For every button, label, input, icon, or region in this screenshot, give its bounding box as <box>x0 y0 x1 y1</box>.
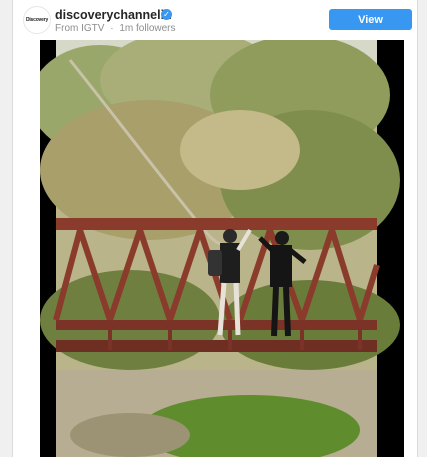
post-meta: From IGTV · 1m followers <box>55 23 176 34</box>
post-header: Discovery discoverychannelin ✓ From IGTV… <box>13 0 417 47</box>
scene-image <box>40 40 400 457</box>
meta-separator: · <box>110 23 114 34</box>
avatar-logo-text: Discovery <box>25 17 49 23</box>
account-name[interactable]: discoverychannelin <box>55 8 172 22</box>
source-label: From IGTV <box>55 23 105 34</box>
video-frame <box>40 40 404 457</box>
video-player[interactable] <box>40 40 404 457</box>
channel-avatar[interactable]: Discovery <box>23 6 51 34</box>
follower-count: 1m followers <box>119 23 176 34</box>
verified-badge-icon: ✓ <box>161 9 172 20</box>
igtv-embed-card: Discovery discoverychannelin ✓ From IGTV… <box>12 0 418 457</box>
view-channel-button[interactable]: View Channel <box>329 9 412 47</box>
